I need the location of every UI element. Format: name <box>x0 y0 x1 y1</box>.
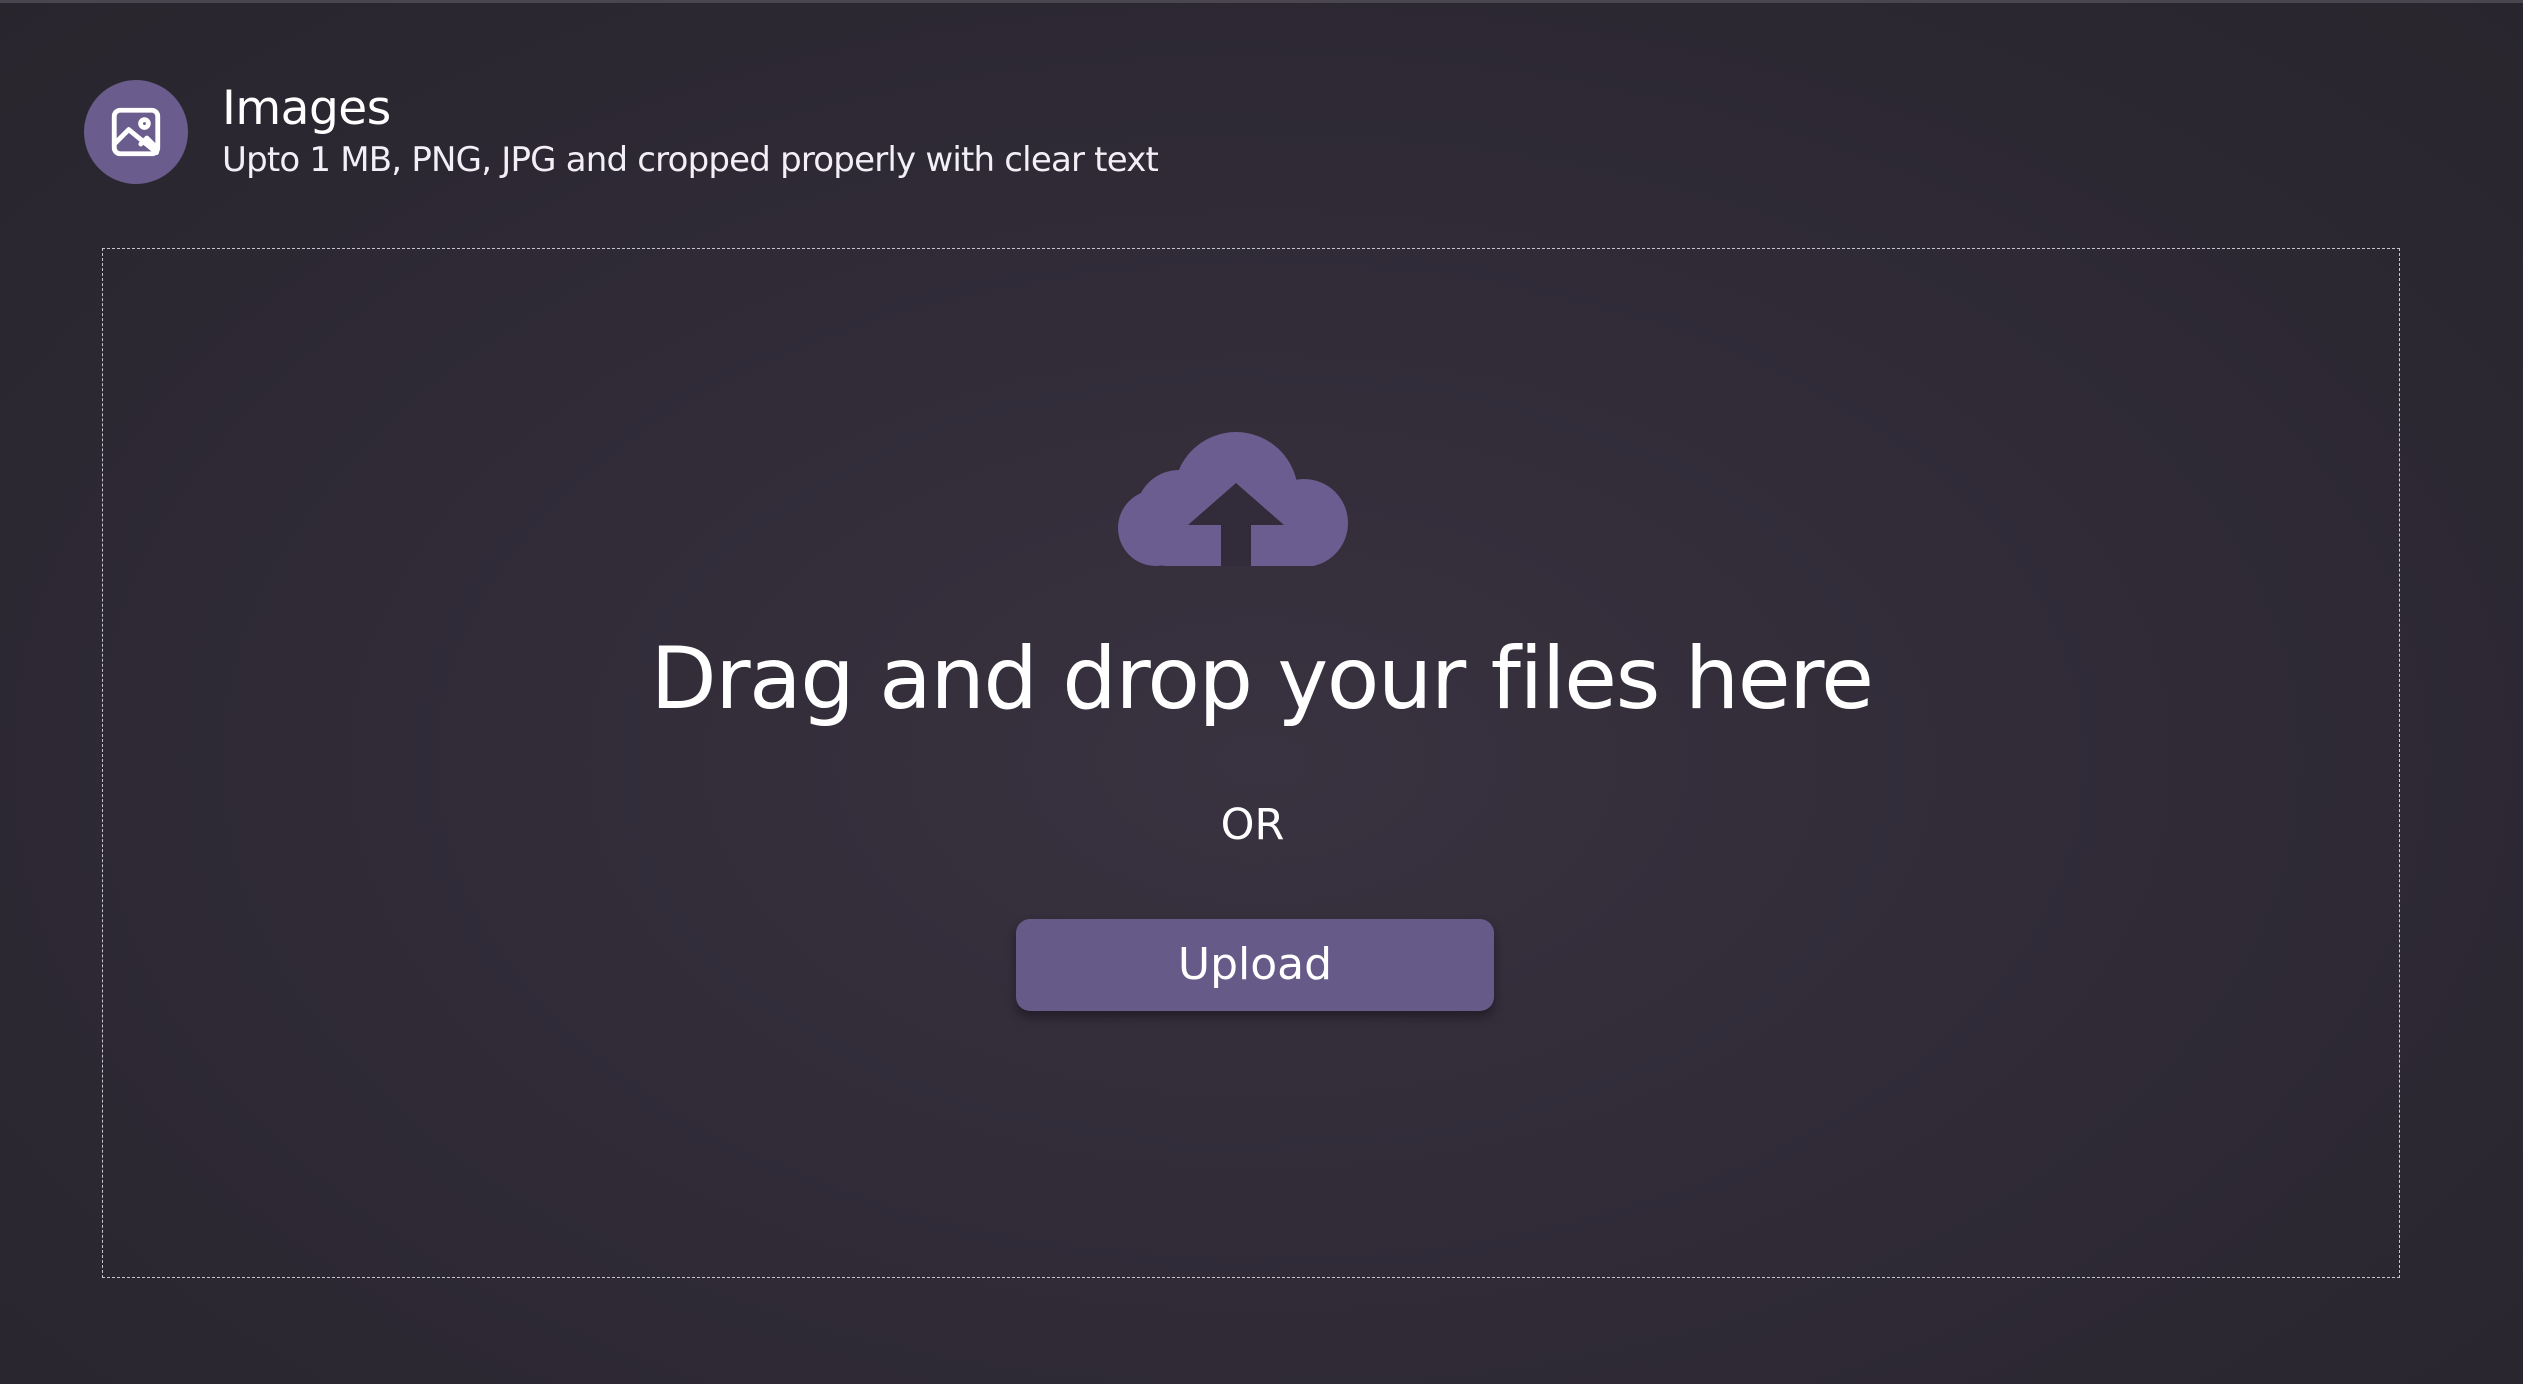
section-header: Images Upto 1 MB, PNG, JPG and cropped p… <box>84 79 1159 185</box>
section-subtitle: Upto 1 MB, PNG, JPG and cropped properly… <box>222 140 1159 180</box>
image-icon <box>111 107 161 157</box>
section-title: Images <box>222 81 391 136</box>
or-separator: OR <box>1220 800 1285 850</box>
dropzone-headline: Drag and drop your files here <box>650 629 1874 729</box>
upload-button[interactable]: Upload <box>1016 919 1494 1011</box>
image-icon-badge <box>84 80 188 184</box>
file-dropzone[interactable] <box>102 248 2400 1278</box>
header-text: Images Upto 1 MB, PNG, JPG and cropped p… <box>222 81 1159 183</box>
window-top-border <box>0 0 2523 3</box>
cloud-upload-icon <box>1118 432 1348 566</box>
